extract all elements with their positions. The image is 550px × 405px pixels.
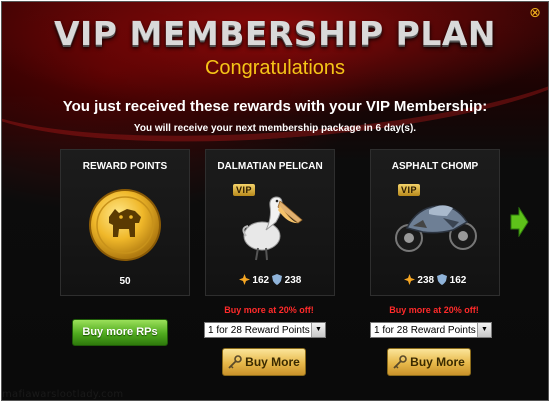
defense-value: 238 — [284, 275, 302, 286]
rewards-message: You just received these rewards with you… — [62, 98, 488, 115]
buy-more-label: Buy More — [245, 355, 300, 369]
defense-icon — [436, 274, 447, 288]
key-icon — [393, 352, 407, 378]
select-value: 1 for 28 Reward Points — [208, 325, 310, 336]
pelican-quantity-select[interactable]: 1 for 28 Reward Points ▼ — [204, 322, 326, 338]
next-arrow-icon[interactable] — [509, 207, 529, 237]
buy-more-label: Buy More — [410, 355, 465, 369]
panel-title: DALMATIAN PELICAN — [217, 161, 323, 172]
pelican-promo-text: Buy more at 20% off! — [224, 305, 314, 315]
asphalt-promo-text: Buy more at 20% off! — [389, 305, 479, 315]
asphalt-buy-more-button[interactable]: Buy More — [387, 348, 471, 376]
asphalt-quantity-select[interactable]: 1 for 28 Reward Points ▼ — [370, 322, 492, 338]
chevron-down-icon[interactable]: ▼ — [311, 323, 325, 337]
reward-points-panel: REWARD POINTS 50 — [60, 149, 190, 296]
vip-dialog: ⊗ VIP MEMBERSHIP PLAN Congratulations Yo… — [1, 1, 549, 401]
chevron-down-icon[interactable]: ▼ — [477, 323, 491, 337]
attack-icon — [238, 274, 250, 288]
panel-title: ASPHALT CHOMP — [391, 161, 479, 172]
dalmatian-pelican-panel: DALMATIAN PELICAN VIP 162 238 — [205, 149, 335, 296]
defense-icon — [271, 274, 282, 288]
attack-value: 162 — [252, 275, 270, 286]
zynga-coin-icon — [89, 189, 161, 261]
attack-value: 238 — [417, 275, 435, 286]
vip-badge: VIP — [398, 184, 421, 196]
asphalt-chomp-panel: ASPHALT CHOMP VIP 238 162 — [370, 149, 500, 296]
panel-title: REWARD POINTS — [82, 161, 168, 172]
select-value: 1 for 28 Reward Points — [374, 325, 476, 336]
motorcycle-icon — [395, 205, 477, 252]
attack-icon — [403, 274, 415, 288]
dialog-title: VIP MEMBERSHIP PLAN — [53, 14, 497, 53]
key-icon — [228, 352, 242, 378]
defense-value: 162 — [449, 275, 467, 286]
reward-points-count: 50 — [119, 276, 131, 287]
watermark: mafiawarslootlady.com — [2, 389, 124, 400]
next-package-message: You will receive your next membership pa… — [133, 123, 417, 134]
pelican-icon — [242, 196, 303, 261]
buy-more-rps-button[interactable]: Buy more RPs — [72, 319, 168, 346]
item-stats: 162 238 — [206, 274, 334, 288]
pelican-buy-more-button[interactable]: Buy More — [222, 348, 306, 376]
item-stats: 238 162 — [371, 274, 499, 288]
dialog-subtitle: Congratulations — [204, 57, 346, 79]
